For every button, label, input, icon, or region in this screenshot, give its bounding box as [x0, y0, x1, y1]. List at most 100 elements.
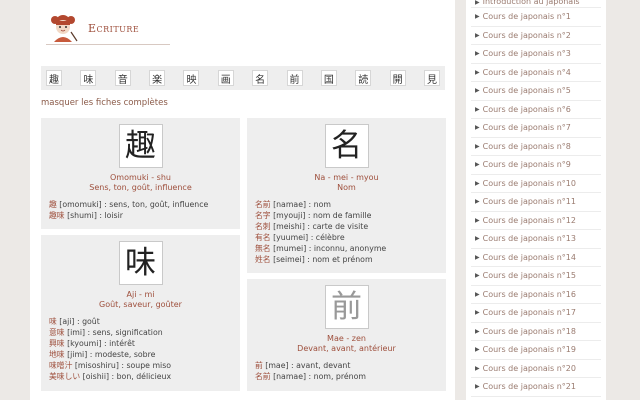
sidebar-item[interactable]: ▶ Cours de japonais n°20 [471, 360, 601, 378]
sidebar-item-label: Introduction au japonais [482, 0, 580, 6]
vocab-reading: [aji] : [56, 317, 83, 327]
sidebar-item[interactable]: ▶ Cours de japonais n°14 [471, 249, 601, 267]
vocab-item: 名前 [namae] : nom, prénom [255, 371, 438, 382]
hide-full-cards-link[interactable]: masquer les fiches complètes [41, 98, 168, 108]
sidebar-item-label: Cours de japonais n°8 [482, 141, 571, 151]
kanji-index-item[interactable]: 趣 [46, 70, 62, 86]
vocab-list: 名前 [namae] : nom 名字 [myouji] : nom de fam… [255, 199, 438, 265]
sidebar-item[interactable]: ▶ Cours de japonais n°5 [471, 82, 601, 101]
vocab-word[interactable]: 有名 [255, 233, 271, 242]
sidebar-item[interactable]: ▶ Cours de japonais n°19 [471, 341, 601, 360]
sidebar-item-label: Cours de japonais n°6 [482, 104, 571, 114]
vocab-word[interactable]: 美味しい [49, 372, 80, 381]
sidebar-item-label: Cours de japonais n°4 [482, 67, 571, 77]
sidebar-item[interactable]: ▶ Cours de japonais n°8 [471, 138, 601, 156]
kanji-index-item[interactable]: 国 [320, 70, 337, 86]
sidebar-item[interactable]: ▶ Cours de japonais n°10 [471, 175, 601, 193]
site-title[interactable]: Ecriture [88, 22, 139, 35]
sidebar-item-label: Cours de japonais n°14 [482, 252, 576, 262]
vocab-word[interactable]: 味噌汁 [49, 361, 72, 370]
vocab-word[interactable]: 無名 [255, 244, 271, 253]
mascot-avatar-icon[interactable] [46, 12, 80, 44]
vocab-item: 興味 [kyoumi] : intérêt [49, 338, 232, 349]
site-header: Ecriture [46, 12, 146, 44]
vocab-word[interactable]: 名字 [255, 211, 271, 220]
kanji-index-item[interactable]: 名 [252, 70, 269, 86]
vocab-word[interactable]: 趣 [49, 200, 57, 209]
sidebar-item[interactable]: ▶ Cours de japonais n°6 [471, 101, 601, 119]
kanji-index-item[interactable]: 音 [114, 70, 131, 86]
sidebar-item-label: Cours de japonais n°16 [482, 289, 576, 299]
vocab-reading: [mae] : [262, 361, 297, 371]
sidebar-item[interactable]: ▶ Cours de japonais n°7 [471, 119, 601, 138]
vocab-definition: nom, prénom [313, 372, 366, 382]
sidebar-item[interactable]: ▶ Cours de japonais n°11 [471, 193, 601, 212]
kanji-index-item[interactable]: 楽 [149, 70, 166, 86]
kanji-column-left: 趣 Omomuki - shu Sens, ton, goût, influence… [41, 118, 240, 391]
sidebar-item[interactable]: ▶ Cours de japonais n°1 [471, 8, 601, 27]
kanji-meaning: Sens, ton, goût, influence [89, 183, 192, 192]
chevron-right-icon: ▶ [475, 253, 480, 261]
kanji-index-item[interactable]: 映 [183, 70, 200, 86]
vocab-reading: [mumei] : [270, 244, 314, 254]
sidebar-item[interactable]: ▶ Cours de japonais n°2 [471, 27, 601, 45]
vocab-reading: [imi] : [64, 328, 93, 338]
vocab-item: 無名 [mumei] : inconnu, anonyme [255, 243, 438, 254]
kanji-glyph[interactable]: 趣 [118, 124, 163, 168]
chevron-right-icon: ▶ [475, 346, 480, 354]
kanji-glyph[interactable]: 名 [324, 124, 369, 168]
vocab-word[interactable]: 地味 [49, 350, 65, 359]
vocab-definition: modeste, sobre [94, 350, 156, 360]
kanji-index-item[interactable]: 見 [423, 70, 440, 86]
vocab-item: 意味 [imi] : sens, signification [49, 327, 232, 338]
chevron-right-icon: ▶ [475, 142, 480, 150]
vocab-reading: [oishii] : [80, 372, 117, 382]
sidebar-item[interactable]: ▶ Cours de japonais n°15 [471, 267, 601, 286]
sidebar-item-label: Cours de japonais n°1 [482, 12, 571, 22]
sidebar-item[interactable]: ▶ Cours de japonais n°21 [471, 378, 601, 397]
vocab-word[interactable]: 名前 [255, 200, 271, 209]
vocab-list: 味 [aji] : goût 意味 [imi] : sens, significa… [49, 316, 232, 382]
vocab-item: 有名 [yuumei] : célèbre [255, 232, 438, 243]
kanji-meaning: Devant, avant, antérieur [297, 344, 396, 354]
lessons-sidebar: ▶ Introduction au japonais ▶ Cours de japon… [466, 0, 606, 400]
vocab-word[interactable]: 興味 [49, 339, 65, 348]
kanji-index-item[interactable]: 味 [80, 70, 97, 86]
vocab-word[interactable]: 前 [255, 361, 263, 370]
vocab-word[interactable]: 名刺 [255, 222, 271, 231]
sidebar-item[interactable]: ▶ Cours de japonais n°3 [471, 45, 601, 64]
vocab-word[interactable]: 味 [49, 317, 57, 326]
chevron-right-icon: ▶ [475, 87, 480, 95]
kanji-column-right: 名 Na - mei - myou Nom 名前 [namae] : nom 名字 [m… [247, 118, 446, 391]
chevron-right-icon: ▶ [475, 105, 480, 113]
kanji-index-item[interactable]: 開 [389, 70, 406, 86]
sidebar-item[interactable]: ▶ Cours de japonais n°18 [471, 323, 601, 341]
kanji-glyph[interactable]: 前 [324, 285, 369, 330]
sidebar-item-label: Cours de japonais n°15 [482, 271, 576, 281]
kanji-glyph[interactable]: 味 [118, 241, 163, 286]
vocab-word[interactable]: 姓名 [255, 255, 271, 264]
sidebar-item[interactable]: ▶ Cours de japonais n°13 [471, 230, 601, 249]
vocab-reading: [jimi] : [64, 350, 95, 360]
sidebar-item[interactable]: ▶ Cours de japonais n°4 [471, 64, 601, 82]
vocab-word[interactable]: 名前 [255, 372, 271, 381]
kanji-card: 前 Mae - zen Devant, avant, antérieur 前 [mae… [247, 279, 446, 391]
sidebar-item-label: Cours de japonais n°7 [482, 123, 571, 133]
vocab-word[interactable]: 趣味 [49, 211, 65, 220]
header-divider [46, 44, 170, 45]
chevron-right-icon: ▶ [475, 216, 480, 224]
kanji-index-item[interactable]: 画 [217, 70, 234, 86]
chevron-right-icon: ▶ [475, 327, 480, 335]
vocab-word[interactable]: 意味 [49, 328, 65, 337]
kanji-index-item[interactable]: 前 [286, 70, 303, 86]
kanji-index-item[interactable]: 読 [355, 70, 372, 86]
sidebar-item[interactable]: ▶ Cours de japonais n°9 [471, 156, 601, 175]
sidebar-item[interactable]: ▶ Cours de japonais n°17 [471, 304, 601, 323]
sidebar-item[interactable]: ▶ Cours de japonais n°16 [471, 286, 601, 304]
vocab-reading: [omomuki] : [56, 200, 110, 209]
vocab-definition: loisir [104, 211, 123, 221]
chevron-right-icon: ▶ [475, 364, 480, 372]
sidebar-item[interactable]: ▶ Cours de japonais n°12 [471, 212, 601, 230]
sidebar-item[interactable]: ▶ Introduction au japonais [471, 0, 601, 8]
vocab-reading: [myouji] : [270, 211, 313, 221]
